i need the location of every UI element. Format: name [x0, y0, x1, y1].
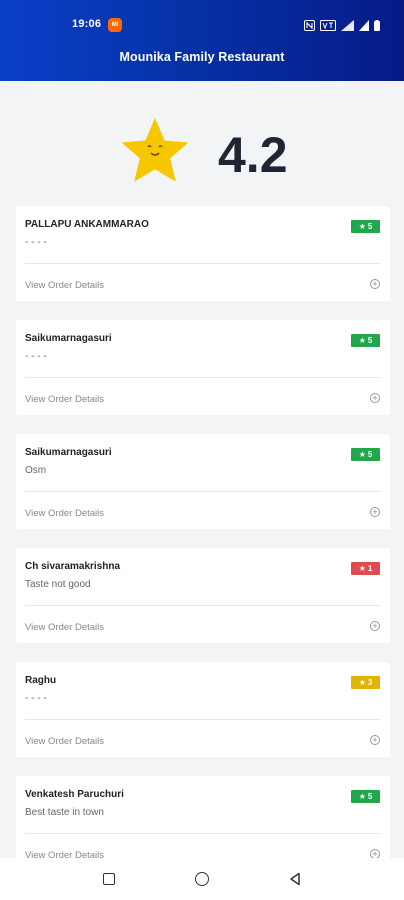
- review-card: PALLAPU ANKAMMARAO - - - - ★ 5 View Order…: [16, 206, 390, 301]
- reviewer-name: Ch sivaramakrishna: [25, 561, 121, 572]
- plus-circle-icon[interactable]: +: [370, 849, 380, 858]
- back-icon[interactable]: [288, 872, 302, 886]
- plus-circle-icon[interactable]: +: [370, 279, 380, 289]
- volte-icon: [320, 18, 336, 36]
- star-icon: ★: [358, 222, 366, 231]
- smiling-star-icon: [121, 118, 189, 182]
- divider: [25, 491, 381, 492]
- review-card: Saikumarnagasuri - - - - ★ 5 View Order D…: [16, 320, 390, 415]
- plus-circle-icon[interactable]: +: [370, 735, 380, 745]
- divider: [25, 605, 381, 606]
- home-icon[interactable]: [195, 872, 209, 886]
- reviewer-name: Saikumarnagasuri: [25, 333, 112, 344]
- signal-icon: [359, 18, 369, 36]
- status-bar: 19:06 MI: [0, 0, 404, 46]
- reviewer-name: PALLAPU ANKAMMARAO: [25, 219, 149, 230]
- rating-summary: 4.2: [0, 81, 404, 206]
- plus-circle-icon[interactable]: +: [370, 621, 380, 631]
- reviews-content[interactable]: 4.2 PALLAPU ANKAMMARAO - - - - ★ 5 View O…: [0, 81, 404, 858]
- divider: [25, 377, 381, 378]
- star-icon: ★: [358, 678, 366, 687]
- system-navigation-bar: [0, 858, 404, 900]
- plus-circle-icon[interactable]: +: [370, 507, 380, 517]
- review-comment: - - - -: [25, 237, 47, 248]
- review-comment: Best taste in town: [25, 807, 104, 818]
- reviewer-name: Saikumarnagasuri: [25, 447, 112, 458]
- status-icons: [304, 18, 380, 36]
- review-comment: - - - -: [25, 351, 47, 362]
- divider: [25, 719, 381, 720]
- review-comment: - - - -: [25, 693, 47, 704]
- view-order-details-link[interactable]: View Order Details: [25, 280, 104, 291]
- average-rating: 4.2: [218, 127, 288, 183]
- view-order-details-link[interactable]: View Order Details: [25, 508, 104, 519]
- star-icon: ★: [358, 792, 366, 801]
- rating-badge: ★ 1: [351, 562, 380, 575]
- review-card: Ch sivaramakrishna Taste not good ★ 1 Vie…: [16, 548, 390, 643]
- review-card: Saikumarnagasuri Osm ★ 5 View Order Detai…: [16, 434, 390, 529]
- rating-badge: ★ 5: [351, 790, 380, 803]
- reviewer-name: Venkatesh Paruchuri: [25, 789, 124, 800]
- view-order-details-link[interactable]: View Order Details: [25, 394, 104, 405]
- plus-circle-icon[interactable]: +: [370, 393, 380, 403]
- divider: [25, 263, 381, 264]
- rating-badge: ★ 3: [351, 676, 380, 689]
- app-header: 19:06 MI Mounika Family Restaurant: [0, 0, 404, 81]
- star-icon: ★: [358, 564, 366, 573]
- view-order-details-link[interactable]: View Order Details: [25, 622, 104, 633]
- rating-badge: ★ 5: [351, 334, 380, 347]
- view-order-details-link[interactable]: View Order Details: [25, 736, 104, 747]
- review-comment: Taste not good: [25, 579, 91, 590]
- star-icon: ★: [358, 336, 366, 345]
- status-time: 19:06: [72, 18, 102, 30]
- review-card: Raghu - - - - ★ 3 View Order Details +: [16, 662, 390, 757]
- battery-icon: [374, 18, 380, 36]
- review-card: Venkatesh Paruchuri Best taste in town ★…: [16, 776, 390, 858]
- review-comment: Osm: [25, 465, 47, 476]
- divider: [25, 833, 381, 834]
- page-title: Mounika Family Restaurant: [119, 50, 285, 64]
- reviewer-name: Raghu: [25, 675, 57, 686]
- wifi-icon: [341, 18, 354, 36]
- mi-app-icon: MI: [108, 18, 122, 32]
- view-order-details-link[interactable]: View Order Details: [25, 850, 104, 858]
- nfc-icon: [304, 18, 315, 36]
- recent-apps-icon[interactable]: [103, 873, 115, 885]
- star-icon: ★: [358, 450, 366, 459]
- rating-badge: ★ 5: [351, 220, 380, 233]
- rating-badge: ★ 5: [351, 448, 380, 461]
